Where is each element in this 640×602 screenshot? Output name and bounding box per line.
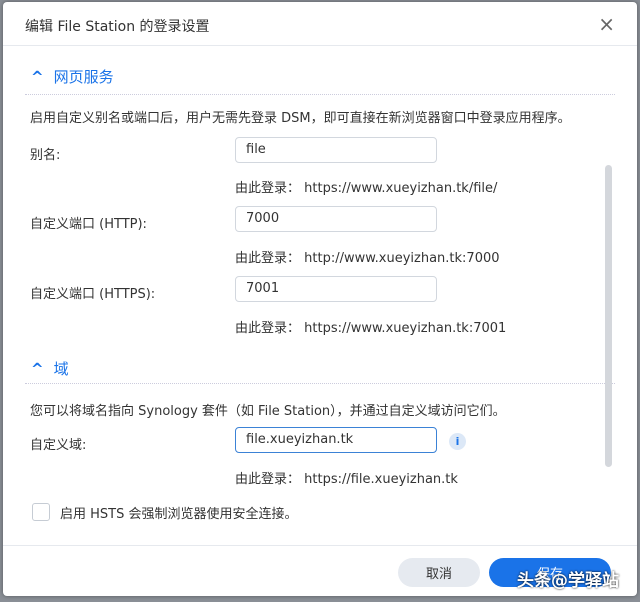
alias-label: 别名:	[30, 148, 61, 163]
domain-hint: 由此登录： https://file.xueyizhan.tk	[235, 472, 458, 487]
login-settings-dialog: 编辑 File Station 的登录设置 × ^ 网页服务 启用自定义别名或端口…	[3, 2, 637, 596]
divider	[25, 94, 615, 95]
https-port-label: 自定义端口 (HTTPS):	[30, 287, 156, 302]
http-port-label: 自定义端口 (HTTP):	[30, 217, 147, 232]
hsts-checkbox[interactable]	[32, 503, 50, 521]
domain-description: 您可以将域名指向 Synology 套件（如 File Station），并通过…	[30, 404, 506, 419]
https-port-input[interactable]	[235, 276, 437, 302]
watermark: 头条@学驿站	[517, 571, 619, 591]
https-hint: 由此登录： https://www.xueyizhan.tk:7001	[235, 321, 507, 336]
dialog-title: 编辑 File Station 的登录设置	[25, 19, 210, 35]
http-port-input[interactable]	[235, 206, 437, 232]
section-web-services[interactable]: ^ 网页服务	[31, 66, 114, 87]
http-hint: 由此登录： http://www.xueyizhan.tk:7000	[235, 251, 500, 266]
custom-domain-label: 自定义域:	[30, 438, 87, 453]
divider	[3, 45, 637, 46]
chevron-up-icon: ^	[31, 360, 44, 378]
alias-input[interactable]	[235, 137, 437, 163]
section-domain[interactable]: ^ 域	[31, 358, 69, 379]
cancel-button[interactable]: 取消	[398, 558, 480, 587]
alias-hint: 由此登录： https://www.xueyizhan.tk/file/	[235, 181, 498, 196]
web-description: 启用自定义别名或端口后，用户无需先登录 DSM，即可直接在新浏览器窗口中登录应用…	[30, 111, 571, 126]
section-heading: 网页服务	[53, 68, 114, 86]
close-icon[interactable]: ×	[598, 12, 615, 36]
info-icon[interactable]: i	[449, 433, 466, 450]
hsts-label[interactable]: 启用 HSTS 会强制浏览器使用安全连接。	[60, 503, 298, 522]
section-heading: 域	[53, 360, 69, 378]
divider	[3, 545, 637, 546]
divider	[25, 383, 615, 384]
custom-domain-input[interactable]	[235, 427, 437, 453]
scrollbar[interactable]	[605, 165, 612, 467]
chevron-up-icon: ^	[31, 68, 44, 86]
